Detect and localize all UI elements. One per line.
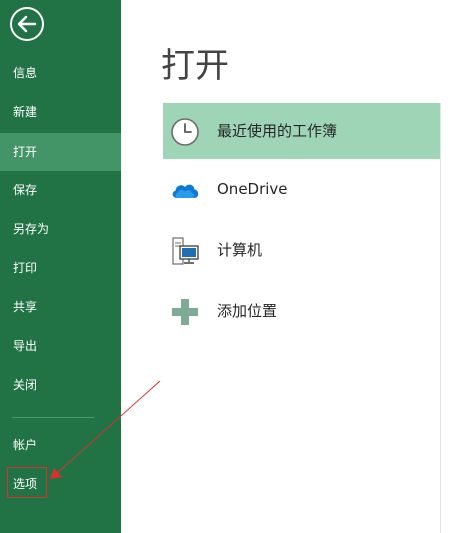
nav-item-new[interactable]: 新建: [0, 93, 121, 131]
nav-item-save[interactable]: 保存: [0, 171, 121, 209]
cloud-icon: [172, 184, 199, 198]
backstage-sidebar: 信息 新建 打开 保存 另存为 打印 共享 导出 关闭 帐户 选项: [0, 0, 121, 533]
location-label: 最近使用的工作簿: [217, 122, 338, 140]
nav-item-save-as[interactable]: 另存为: [0, 210, 121, 248]
location-label: OneDrive: [217, 180, 288, 198]
content-divider: [440, 103, 441, 533]
location-onedrive[interactable]: OneDrive: [163, 161, 440, 217]
nav-item-account[interactable]: 帐户: [0, 426, 121, 464]
location-label: 添加位置: [217, 302, 278, 320]
location-computer[interactable]: 计算机: [163, 222, 440, 278]
back-arrow-icon[interactable]: [9, 6, 45, 42]
nav-item-open[interactable]: 打开: [0, 133, 121, 171]
nav-item-close[interactable]: 关闭: [0, 366, 121, 404]
location-add-place[interactable]: 添加位置: [163, 283, 440, 339]
plus-icon: [172, 299, 198, 325]
location-recent-workbooks[interactable]: 最近使用的工作簿: [163, 103, 440, 159]
nav-item-share[interactable]: 共享: [0, 288, 121, 326]
nav-divider: [12, 417, 94, 418]
nav-item-export[interactable]: 导出: [0, 327, 121, 365]
back-button[interactable]: [9, 6, 45, 42]
clock-icon: [171, 118, 199, 146]
computer-icon: [172, 237, 199, 265]
nav-item-print[interactable]: 打印: [0, 249, 121, 287]
annotation-highlight-box: [7, 467, 47, 498]
nav-item-info[interactable]: 信息: [0, 54, 121, 92]
page-title: 打开: [161, 46, 229, 86]
location-label: 计算机: [217, 241, 263, 259]
